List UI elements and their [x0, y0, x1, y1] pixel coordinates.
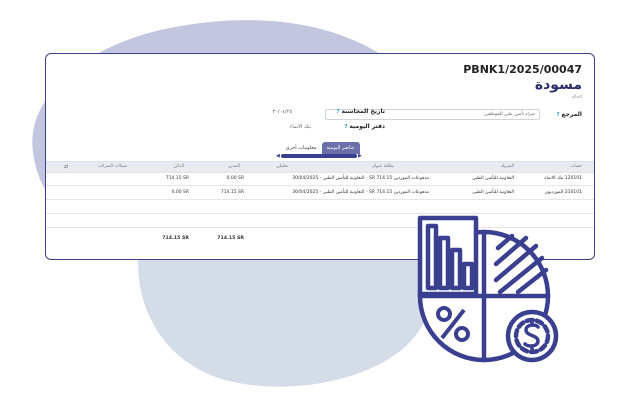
- accounting-date-label: تاريخ المحاسبة?: [336, 108, 385, 115]
- status-draft: مسودة: [534, 77, 582, 93]
- tabs-scrollbar[interactable]: [281, 154, 357, 158]
- col-credit[interactable]: الدائن: [174, 164, 184, 169]
- tab-bar: عناصر اليومية معلومات أخرى: [281, 142, 360, 154]
- table-row[interactable]: 120101 بنك الانماء التعاونية للتأمين الط…: [46, 172, 594, 186]
- journal-value[interactable]: بنك الانماء: [290, 124, 311, 130]
- col-account[interactable]: حساب: [570, 164, 582, 169]
- col-partner[interactable]: الشريك: [500, 164, 514, 169]
- finance-pie-chart-icon: [417, 215, 559, 363]
- status-label: الحالة: [571, 95, 582, 100]
- entry-reference: PBNK1/2025/00047: [463, 63, 582, 76]
- total-debit: 714.15 SR: [217, 236, 244, 241]
- scroll-left-icon[interactable]: ◀: [276, 153, 280, 159]
- tab-other-info[interactable]: معلومات أخرى: [281, 142, 322, 154]
- dollar-coin-icon: [505, 309, 559, 363]
- table-row[interactable]: 210101 المورديون التعاونية للتأمين الطبي…: [46, 186, 594, 200]
- col-tax-grids[interactable]: شبكات الضرائب: [98, 164, 127, 169]
- scroll-right-icon[interactable]: ▶: [358, 153, 362, 159]
- accounting-date-value[interactable]: ٣٠/٠٤/٢٥: [273, 109, 292, 115]
- total-credit: 714.15 SR: [162, 236, 189, 241]
- tab-journal-items[interactable]: عناصر اليومية: [321, 142, 360, 154]
- col-debit[interactable]: المدين: [228, 164, 240, 169]
- reference-label: المرجع?: [556, 111, 582, 118]
- sort-columns-icon[interactable]: ⇄: [64, 164, 68, 170]
- col-analytic[interactable]: تحليلي: [276, 164, 288, 169]
- col-label[interactable]: بطاقة عنوان: [372, 164, 394, 169]
- journal-label: دفتر اليومية?: [344, 123, 385, 130]
